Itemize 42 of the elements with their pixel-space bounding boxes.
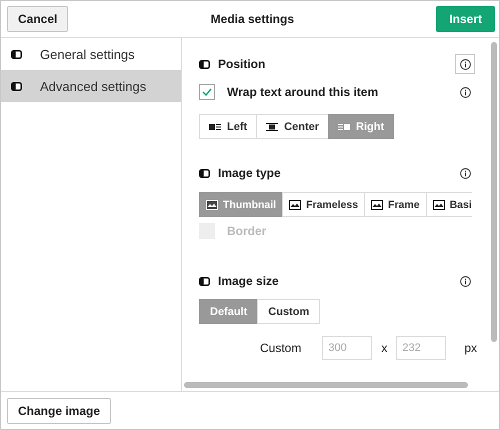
image-icon: [289, 200, 302, 210]
horizontal-scrollbar[interactable]: [184, 382, 468, 388]
custom-label: Custom: [260, 341, 302, 355]
unit-label: px: [464, 341, 478, 355]
cancel-button[interactable]: Cancel: [7, 6, 68, 32]
image-type-button[interactable]: Frame: [364, 192, 427, 217]
info-icon[interactable]: [460, 168, 470, 178]
info-icon[interactable]: [460, 58, 470, 70]
toggle-icon: [199, 276, 210, 286]
height-field[interactable]: 232: [396, 336, 446, 360]
center-align-icon: [266, 122, 278, 130]
sidebar-item[interactable]: General settings: [1, 38, 181, 70]
check-icon: [202, 88, 212, 96]
align-button[interactable]: Left: [199, 114, 258, 139]
image-icon: [206, 200, 218, 210]
sidebar-item[interactable]: Advanced settings: [1, 70, 181, 102]
image-type-button[interactable]: Basi: [426, 192, 472, 217]
dialog-title: Media settings: [210, 12, 294, 26]
checkbox-label: Wrap text around this item: [227, 85, 380, 99]
section-title: Image type: [218, 166, 282, 180]
width-field[interactable]: 300: [322, 336, 372, 360]
image-type-button[interactable]: Frameless: [282, 192, 366, 217]
image-icon: [432, 200, 445, 210]
align-button[interactable]: Center: [256, 114, 330, 139]
toggle-icon: [11, 82, 22, 90]
info-button[interactable]: [455, 54, 475, 74]
toggle-icon: [199, 60, 210, 68]
info-icon[interactable]: [460, 276, 470, 286]
image-icon: [371, 200, 384, 210]
toggle-icon: [199, 168, 210, 178]
checkbox-label: Border: [227, 224, 266, 238]
info-icon[interactable]: [460, 86, 470, 98]
right-align-icon: [338, 122, 350, 130]
toggle-icon: [11, 50, 22, 58]
vertical-scrollbar[interactable]: [491, 42, 497, 342]
change-image-button[interactable]: Change image: [7, 398, 112, 424]
times-sign: x: [381, 341, 388, 355]
section-title: Position: [218, 57, 266, 71]
wrap-checkbox[interactable]: [199, 84, 215, 100]
section-title: Image size: [218, 274, 280, 288]
left-align-icon: [209, 122, 221, 130]
size-mode-button[interactable]: Custom: [257, 299, 320, 324]
